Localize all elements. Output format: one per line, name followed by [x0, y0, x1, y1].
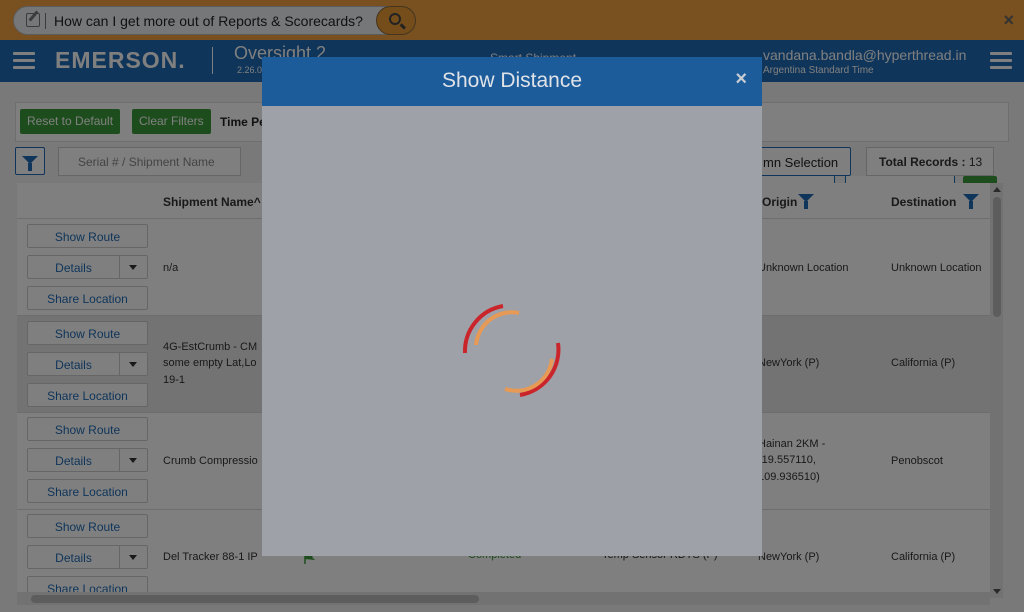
- show-distance-modal: Show Distance ×: [262, 57, 762, 556]
- loading-spinner-icon: [459, 301, 565, 404]
- close-icon[interactable]: ×: [735, 68, 747, 91]
- modal-header: Show Distance ×: [262, 57, 762, 106]
- modal-title: Show Distance: [441, 69, 583, 92]
